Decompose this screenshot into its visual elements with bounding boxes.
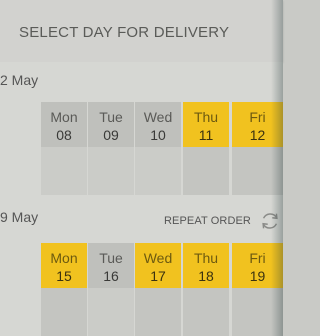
time-slot[interactable] (88, 147, 134, 195)
time-slot[interactable] (135, 147, 181, 195)
day-name: Mon (50, 109, 78, 125)
week-label: 2 May (0, 72, 39, 88)
delivery-calendar: 2 May Mon 08 Tue 09 Wed 10 Thu 11 Fri 12… (0, 62, 283, 336)
day-date: 19 (249, 268, 266, 284)
time-slot[interactable] (232, 147, 283, 195)
day-name: Thu (193, 109, 219, 125)
day-name: Mon (50, 250, 78, 266)
day-name: Wed (143, 250, 173, 266)
day-date: 18 (198, 268, 214, 284)
time-slot[interactable] (41, 288, 87, 336)
time-slot[interactable] (183, 288, 229, 336)
time-slot[interactable] (135, 288, 181, 336)
day-date: 17 (150, 268, 166, 284)
day-date: 11 (198, 127, 214, 143)
day-date: 09 (103, 127, 119, 143)
day-name: Tue (99, 109, 123, 125)
repeat-order-label: REPEAT ORDER (164, 215, 251, 227)
repeat-order-button[interactable]: REPEAT ORDER (164, 211, 281, 231)
time-slot[interactable] (183, 147, 229, 195)
day-date: 12 (249, 127, 266, 143)
refresh-icon (262, 213, 278, 229)
day-date: 16 (103, 268, 119, 284)
day-name: Wed (143, 109, 173, 125)
day-date: 15 (56, 268, 72, 284)
week-label: 9 May (0, 209, 39, 225)
page-title: SELECT DAY FOR DELIVERY (19, 24, 230, 41)
time-slot[interactable] (232, 288, 283, 336)
time-slot[interactable] (41, 147, 87, 195)
time-slot[interactable] (88, 288, 134, 336)
app-header: SELECT DAY FOR DELIVERY (0, 0, 283, 62)
day-name: Tue (99, 250, 123, 266)
day-date: 10 (150, 127, 166, 143)
day-name: Fri (249, 250, 266, 266)
day-name: Fri (249, 109, 266, 125)
day-date: 08 (56, 127, 72, 143)
day-name: Thu (193, 250, 219, 266)
